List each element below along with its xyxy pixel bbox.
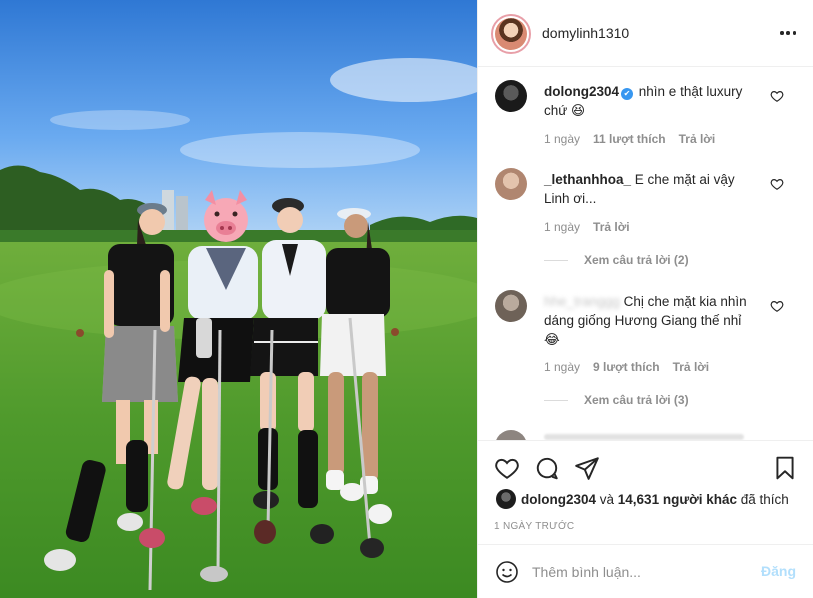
heart-icon[interactable]	[494, 455, 520, 481]
commenter-username-blurred[interactable]: hhe_tranggg	[544, 294, 620, 309]
post-header: domylinh1310	[478, 0, 813, 67]
share-icon[interactable]	[574, 455, 600, 481]
replies-divider	[544, 260, 568, 262]
comment-icon[interactable]	[534, 455, 560, 481]
reply-button[interactable]: Trả lời	[673, 360, 710, 374]
comment-item: dolong2304 ✔ nhìn e thật luxury chứ 😆 1 n…	[478, 80, 813, 150]
owner-avatar[interactable]	[491, 14, 531, 54]
likes-connector: và	[596, 491, 618, 507]
verified-badge-icon: ✔	[621, 88, 634, 100]
post-actions: dolong2304 và 14,631 người khác đã thích…	[478, 440, 813, 544]
bookmark-icon[interactable]	[772, 455, 798, 481]
post-side-panel: domylinh1310 dolong2304 ✔ nhìn e thật lux…	[477, 0, 813, 598]
comment-item-partial	[478, 430, 813, 440]
commenter-avatar[interactable]	[495, 168, 527, 200]
comment-item: _lethanhhoa_ E che mặt ai vậy Linh ơi...…	[478, 168, 813, 268]
commenter-avatar[interactable]	[495, 290, 527, 322]
post-date[interactable]: 1 NGÀY TRƯỚC	[494, 521, 574, 532]
comment-input[interactable]	[532, 561, 752, 583]
comment-meta: 1 ngày 9 lượt thích Trả lời	[544, 360, 722, 374]
comment-meta: 1 ngày Trả lời	[544, 220, 643, 234]
owner-username[interactable]: domylinh1310	[542, 25, 629, 41]
more-horizontal-icon[interactable]	[780, 24, 796, 42]
view-replies-label: Xem câu trả lời (3)	[584, 393, 689, 407]
heart-icon[interactable]	[770, 299, 784, 313]
commenter-avatar[interactable]	[495, 430, 527, 440]
golf-course-photo	[0, 0, 477, 598]
liker-avatar[interactable]	[496, 489, 516, 509]
view-replies-button[interactable]: Xem câu trả lời (3)	[544, 393, 689, 407]
comment-item: hhe_tranggg Chị che mặt kia nhìn dáng gi…	[478, 290, 813, 410]
add-comment-bar: Đăng	[478, 544, 813, 598]
comment-likes[interactable]: 11 lượt thích	[593, 132, 666, 146]
view-replies-button[interactable]: Xem câu trả lời (2)	[544, 253, 689, 267]
likes-summary: dolong2304 và 14,631 người khác đã thích	[496, 489, 789, 509]
replies-divider	[544, 400, 568, 402]
liker-username[interactable]: dolong2304	[521, 492, 596, 507]
comment-time: 1 ngày	[544, 132, 581, 146]
comment-time: 1 ngày	[544, 360, 581, 374]
comment-time: 1 ngày	[544, 220, 581, 234]
post-comment-button[interactable]: Đăng	[761, 563, 796, 579]
commenter-username[interactable]: dolong2304	[544, 84, 619, 99]
smile-icon[interactable]	[495, 560, 519, 584]
heart-icon[interactable]	[770, 177, 784, 191]
view-replies-label: Xem câu trả lời (2)	[584, 253, 689, 267]
commenter-username[interactable]: _lethanhhoa_	[544, 172, 631, 187]
comment-likes[interactable]: 9 lượt thích	[593, 360, 660, 374]
commenter-avatar[interactable]	[495, 80, 527, 112]
reply-button[interactable]: Trả lời	[679, 132, 716, 146]
likes-suffix: đã thích	[736, 491, 789, 507]
comment-meta: 1 ngày 11 lượt thích Trả lời	[544, 132, 728, 146]
heart-icon[interactable]	[770, 89, 784, 103]
comments-list[interactable]: dolong2304 ✔ nhìn e thật luxury chứ 😆 1 n…	[478, 68, 813, 440]
reply-button[interactable]: Trả lời	[593, 220, 630, 234]
post-photo[interactable]	[0, 0, 477, 598]
other-likers[interactable]: 14,631 người khác	[618, 492, 737, 507]
